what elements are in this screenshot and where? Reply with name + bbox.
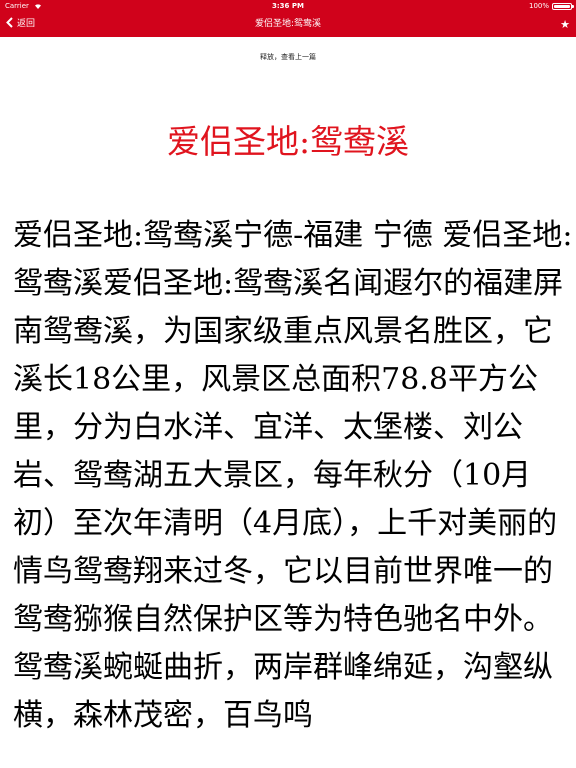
article-title: 爱侣圣地:鸳鸯溪: [166, 122, 410, 161]
status-bar: Carrier 3:36 PM 100%: [0, 0, 576, 12]
nav-title: 爱侣圣地:鸳鸯溪: [254, 19, 322, 29]
article-body: 爱侣圣地:鸳鸯溪宁德-福建 宁德 爱侣圣地:鸳鸯溪爱侣圣地:鸳鸯溪名闻遐尔的福建…: [13, 218, 573, 733]
status-time: 3:36 PM: [272, 2, 304, 10]
battery-percent: 100%: [528, 2, 549, 10]
star-icon: ★: [560, 18, 570, 31]
battery-icon: [552, 2, 574, 10]
pull-to-previous-hint: 释放，查看上一篇: [260, 53, 316, 61]
favorite-button[interactable]: ★: [560, 12, 570, 37]
navigation-bar: 返回 爱侣圣地:鸳鸯溪 ★: [0, 12, 576, 37]
battery-indicator: 100%: [528, 0, 574, 12]
battery-fill: [554, 4, 570, 8]
